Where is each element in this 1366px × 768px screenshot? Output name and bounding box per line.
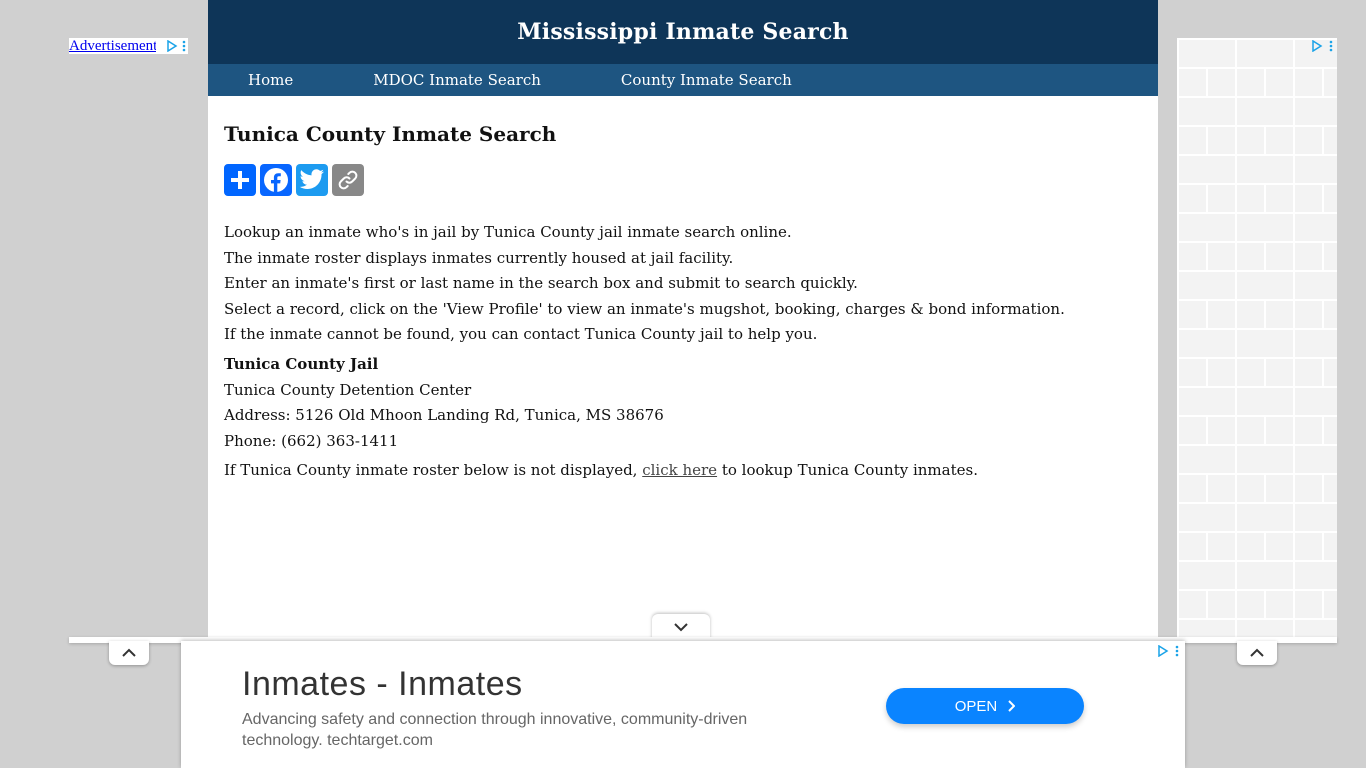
right-advertisement[interactable] bbox=[1177, 38, 1337, 642]
adchoices[interactable] bbox=[156, 38, 188, 54]
left-advertisement[interactable]: Advertisement bbox=[69, 38, 188, 54]
jail-name: Tunica County Jail bbox=[224, 354, 379, 373]
brick-pattern bbox=[1177, 38, 1337, 642]
site-header: Mississippi Inmate Search bbox=[208, 0, 1158, 64]
intro-text: Lookup an inmate who's in jail by Tunica… bbox=[224, 220, 1142, 348]
roster-note: If Tunica County inmate roster below is … bbox=[224, 458, 1142, 484]
facebook-icon bbox=[264, 168, 288, 192]
more-options-icon[interactable] bbox=[1175, 645, 1179, 657]
open-button-label: OPEN bbox=[954, 697, 998, 715]
intro-line: Enter an inmate's first or last name in … bbox=[224, 274, 858, 293]
adchoices[interactable] bbox=[1311, 40, 1333, 52]
nav-home[interactable]: Home bbox=[248, 71, 293, 89]
facebook-share-button[interactable] bbox=[260, 164, 292, 196]
chevron-up-icon bbox=[1250, 648, 1264, 657]
chevron-right-icon bbox=[1008, 700, 1016, 712]
page-title: Tunica County Inmate Search bbox=[224, 122, 557, 146]
share-button[interactable] bbox=[224, 164, 256, 196]
nav-county-inmate-search[interactable]: County Inmate Search bbox=[621, 71, 792, 89]
bottom-advertisement[interactable]: Inmates - Inmates Advancing safety and c… bbox=[181, 641, 1185, 768]
adchoices-icon[interactable] bbox=[1311, 40, 1323, 52]
intro-line: Lookup an inmate who's in jail by Tunica… bbox=[224, 223, 792, 241]
adchoices-icon[interactable] bbox=[166, 40, 178, 52]
more-options-icon[interactable] bbox=[1329, 40, 1333, 52]
ad-description[interactable]: Advancing safety and connection through … bbox=[242, 709, 802, 751]
expand-left-ad-button[interactable] bbox=[109, 641, 149, 665]
jail-address: Address: 5126 Old Mhoon Landing Rd, Tuni… bbox=[224, 406, 664, 425]
twitter-share-button[interactable] bbox=[296, 164, 328, 196]
click-here-link[interactable]: click here bbox=[642, 461, 717, 479]
jail-phone: Phone: (662) 363-1411 bbox=[224, 431, 399, 450]
note-before: If Tunica County inmate roster below is … bbox=[224, 461, 643, 480]
note-after: to lookup Tunica County inmates. bbox=[717, 461, 978, 480]
adchoices[interactable] bbox=[1157, 645, 1179, 657]
ad-open-button[interactable]: OPEN bbox=[886, 688, 1084, 724]
chevron-up-icon bbox=[122, 648, 136, 657]
article: Tunica County Inmate Search Lookup an in… bbox=[208, 96, 1158, 484]
chevron-down-icon bbox=[674, 623, 688, 632]
intro-line: The inmate roster displays inmates curre… bbox=[224, 248, 734, 267]
nav-mdoc-inmate-search[interactable]: MDOC Inmate Search bbox=[373, 71, 541, 89]
expand-right-ad-button[interactable] bbox=[1237, 641, 1277, 665]
copy-link-icon bbox=[338, 170, 358, 190]
twitter-icon bbox=[299, 169, 325, 189]
share-bar bbox=[224, 164, 1142, 196]
intro-line: Select a record, click on the 'View Prof… bbox=[224, 299, 1065, 318]
more-options-icon[interactable] bbox=[182, 40, 186, 52]
copy-link-button[interactable] bbox=[332, 164, 364, 196]
intro-line: If the inmate cannot be found, you can c… bbox=[224, 325, 818, 344]
jail-info: Tunica County Jail Tunica County Detenti… bbox=[224, 352, 1142, 454]
main-nav: Home MDOC Inmate Search County Inmate Se… bbox=[208, 64, 1158, 96]
broken-ad-image[interactable]: Advertisement bbox=[69, 38, 157, 54]
addtoany-icon bbox=[231, 171, 249, 189]
site-title[interactable]: Mississippi Inmate Search bbox=[517, 19, 849, 45]
ad-title[interactable]: Inmates - Inmates bbox=[242, 665, 523, 704]
jail-facility: Tunica County Detention Center bbox=[224, 380, 472, 399]
adchoices-icon[interactable] bbox=[1157, 645, 1169, 657]
